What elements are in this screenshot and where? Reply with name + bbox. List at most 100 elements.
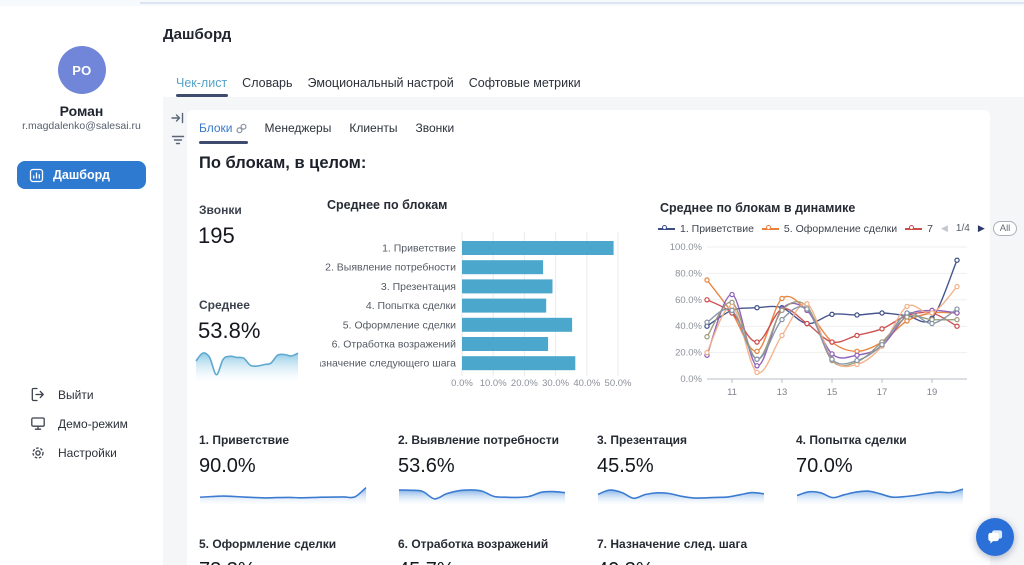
collapse-sidebar-icon[interactable]	[171, 111, 185, 125]
block-card-3: 3. Презентация 45.5%	[597, 433, 765, 504]
legend-label: 7	[927, 223, 933, 235]
svg-text:17: 17	[877, 387, 888, 398]
calls-stat-value: 195	[198, 223, 235, 249]
svg-text:11: 11	[727, 387, 737, 398]
block-card-value: 53.6%	[398, 455, 566, 478]
svg-text:6. Отработка возражений: 6. Отработка возражений	[332, 339, 457, 351]
block-card-title: 4. Попытка сделки	[796, 433, 964, 447]
legend-prev-arrow-icon[interactable]: ◀	[941, 224, 948, 233]
block-card-title: 3. Презентация	[597, 433, 765, 447]
svg-text:3. Презентация: 3. Презентация	[381, 281, 456, 293]
block-card-value: 73.3%	[199, 559, 367, 565]
monitor-icon	[30, 416, 46, 431]
settings-button[interactable]: Настройки	[30, 445, 117, 461]
line-chart-legend: 1. Приветствие 5. Оформление сделки 7 ◀ …	[658, 221, 993, 236]
dashboard-card: Блоки Менеджеры Клиенты Звонки По блокам…	[187, 110, 990, 565]
legend-label: 1. Приветствие	[680, 223, 754, 235]
legend-all-button[interactable]: All	[993, 221, 1018, 236]
block-card-title: 1. Приветствие	[199, 433, 367, 447]
tab-dictionary[interactable]: Словарь	[242, 76, 292, 94]
inner-tabs: Блоки Менеджеры Клиенты Звонки	[199, 121, 454, 135]
bar-chart: 0.0% 10.0% 20.0% 30.0% 40.0% 50.0% 1. Приветст…	[320, 216, 645, 393]
filter-icon[interactable]	[171, 134, 185, 146]
svg-text:20.0%: 20.0%	[675, 348, 702, 359]
block-card-sparkline	[597, 481, 765, 504]
svg-text:100.0%: 100.0%	[670, 242, 703, 253]
bar-chart-title: Среднее по блокам	[327, 198, 447, 212]
sidebar-item-dashboard[interactable]: Дашборд	[17, 161, 146, 189]
legend-marker-icon	[762, 225, 779, 233]
calls-stat-label: Звонки	[199, 203, 242, 217]
line-chart: 0.0% 20.0% 40.0% 60.0% 80.0% 100.0% 11 13 15 17 19	[655, 238, 985, 408]
block-card-4: 4. Попытка сделки 70.0%	[796, 433, 964, 504]
avatar[interactable]: РО	[58, 46, 106, 94]
svg-text:60.0%: 60.0%	[675, 295, 702, 306]
legend-marker-icon	[905, 225, 922, 233]
svg-text:2. Выявление потребности: 2. Выявление потребности	[325, 262, 456, 274]
demo-mode-button[interactable]: Демо-режим	[30, 416, 128, 431]
chat-bubble-icon	[985, 527, 1005, 547]
legend-next-arrow-icon[interactable]: ▶	[978, 224, 985, 233]
legend-page-indicator: 1/4	[956, 223, 970, 234]
logout-button[interactable]: Выйти	[30, 387, 94, 402]
block-card-title: 5. Оформление сделки	[199, 537, 367, 551]
svg-text:50.0%: 50.0%	[605, 378, 632, 388]
block-card-2: 2. Выявление потребности 53.6%	[398, 433, 566, 504]
legend-item-deal[interactable]: 5. Оформление сделки	[762, 223, 897, 235]
svg-text:10.0%: 10.0%	[480, 378, 507, 388]
legend-label: 5. Оформление сделки	[784, 223, 897, 235]
block-card-6: 6. Отработка возражений 45.7%	[398, 537, 566, 565]
block-card-value: 90.0%	[199, 455, 367, 478]
svg-text:40.0%: 40.0%	[675, 321, 702, 332]
svg-text:4. Попытка сделки: 4. Попытка сделки	[366, 300, 456, 312]
demo-mode-label: Демо-режим	[58, 417, 128, 431]
legend-item-greeting[interactable]: 1. Приветствие	[658, 223, 754, 235]
svg-text:15: 15	[827, 387, 838, 398]
bar-chart-icon	[29, 168, 44, 183]
block-card-title: 2. Выявление потребности	[398, 433, 566, 447]
svg-text:19: 19	[927, 387, 938, 398]
svg-text:0.0%: 0.0%	[680, 374, 702, 385]
main-tabs: Чек-лист Словарь Эмоциональный настрой С…	[176, 76, 581, 94]
logout-label: Выйти	[58, 388, 94, 402]
svg-text:80.0%: 80.0%	[675, 268, 702, 279]
average-stat-label: Среднее	[199, 298, 250, 312]
avatar-initials: РО	[72, 63, 92, 78]
link-icon	[236, 123, 247, 134]
page-title: Дашборд	[163, 26, 231, 43]
tab-blocks[interactable]: Блоки	[199, 121, 247, 135]
sidebar: РО Роман r.magdalenko@salesai.ru Дашборд…	[0, 6, 163, 565]
block-card-sparkline	[796, 481, 964, 504]
svg-text:40.0%: 40.0%	[573, 378, 600, 388]
legend-item-7[interactable]: 7	[905, 223, 933, 235]
svg-text:30.0%: 30.0%	[542, 378, 569, 388]
line-chart-title: Среднее по блокам в динамике	[660, 201, 855, 215]
tab-blocks-label: Блоки	[199, 121, 233, 135]
tab-calls[interactable]: Звонки	[415, 121, 454, 135]
block-card-value: 45.7%	[398, 559, 566, 565]
tab-clients[interactable]: Клиенты	[349, 121, 397, 135]
chat-launcher-button[interactable]	[976, 518, 1014, 556]
svg-text:13: 13	[777, 387, 788, 398]
tab-checklist[interactable]: Чек-лист	[176, 76, 227, 94]
svg-text:1. Приветствие: 1. Приветствие	[382, 243, 456, 255]
tab-managers[interactable]: Менеджеры	[265, 121, 332, 135]
svg-text:5. Оформление сделки: 5. Оформление сделки	[343, 319, 456, 331]
active-inner-tab-underline	[199, 141, 248, 144]
svg-text:7. Назначение следующего шага: 7. Назначение следующего шага	[320, 358, 456, 370]
svg-text:0.0%: 0.0%	[451, 378, 473, 388]
legend-marker-icon	[658, 225, 675, 233]
block-card-sparkline	[398, 481, 566, 504]
logout-icon	[30, 387, 46, 402]
tab-emotional[interactable]: Эмоциональный настрой	[308, 76, 454, 94]
tab-soft-metrics[interactable]: Софтовые метрики	[469, 76, 581, 94]
average-sparkline	[195, 339, 299, 386]
user-email: r.magdalenko@salesai.ru	[0, 120, 163, 132]
block-card-title: 7. Назначение след. шага	[597, 537, 765, 551]
block-card-value: 45.5%	[597, 455, 765, 478]
app-root: РО Роман r.magdalenko@salesai.ru Дашборд…	[0, 0, 1024, 565]
gear-icon	[30, 445, 46, 461]
section-title: По блокам, в целом:	[199, 154, 366, 173]
svg-text:20.0%: 20.0%	[511, 378, 538, 388]
sidebar-item-label: Дашборд	[53, 168, 110, 182]
